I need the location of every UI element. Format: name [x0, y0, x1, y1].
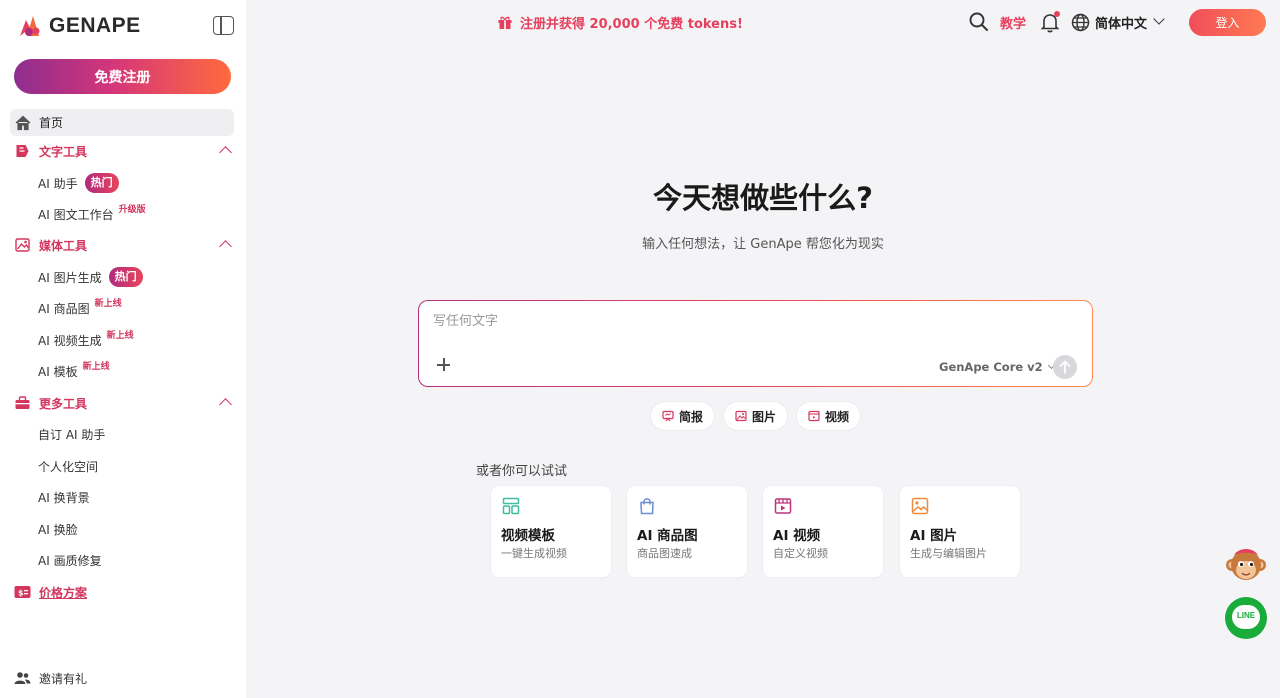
brand-logo[interactable]: GENAPE [17, 12, 141, 40]
promo-banner[interactable]: 注册并获得 20,000 个免费 tokens! [497, 12, 743, 32]
chip-label: 视频 [825, 409, 850, 424]
promo-text: 注册并获得 20,000 个免费 tokens! [520, 16, 743, 32]
card-description: 一键生成视频 [501, 547, 567, 560]
new-badge: 新上线 [106, 330, 134, 341]
chip-label: 图片 [752, 409, 777, 424]
sidebar-item-label: 自订 AI 助手 [38, 427, 106, 442]
home-icon [15, 115, 31, 130]
card-description: 生成与编辑图片 [910, 547, 987, 560]
film-icon [774, 498, 792, 514]
video-icon [808, 410, 820, 422]
users-icon [14, 672, 31, 684]
genape-logo-icon [17, 14, 43, 38]
mascot-assistant-icon[interactable] [1225, 545, 1267, 587]
brand-name: GENAPE [49, 14, 141, 37]
sidebar-item-pricing[interactable]: $ 价格方案 [14, 582, 87, 602]
sidebar-item-label: 首页 [39, 116, 64, 130]
image-icon [735, 410, 747, 422]
picture-icon [911, 497, 929, 515]
sidebar-item-label: 邀请有礼 [39, 671, 88, 686]
model-label: GenApe Core v2 [939, 360, 1043, 374]
sidebar-item-ai-template[interactable]: AI 模板 新上线 [38, 361, 110, 381]
sidebar: GENAPE 免费注册 首页 文字工具 AI 助手 热门 AI 图文工作台 升级… [0, 0, 246, 698]
chevron-up-icon[interactable] [219, 398, 232, 411]
search-icon[interactable] [968, 11, 990, 33]
notification-button[interactable] [1039, 11, 1061, 33]
chevron-up-icon[interactable] [219, 146, 232, 159]
tutorial-link[interactable]: 教学 [1000, 13, 1026, 32]
sidebar-item-label: AI 视频生成 [38, 333, 102, 348]
toolbox-icon [15, 396, 30, 409]
template-icon [502, 497, 520, 515]
line-icon-text: LINE [1236, 611, 1256, 620]
prompt-input[interactable] [433, 311, 1073, 331]
svg-text:$: $ [18, 589, 24, 598]
prompt-box: GenApe Core v2 [418, 300, 1093, 387]
sidebar-item-label: AI 画质修复 [38, 553, 102, 568]
sidebar-item-custom-assistant[interactable]: 自订 AI 助手 [38, 424, 105, 444]
sidebar-item-invite[interactable]: 邀请有礼 [14, 668, 87, 688]
signup-button[interactable]: 免费注册 [14, 59, 231, 94]
card-title: AI 商品图 [637, 528, 698, 544]
sidebar-item-image-restore[interactable]: AI 画质修复 [38, 550, 102, 570]
login-button[interactable]: 登入 [1189, 9, 1266, 36]
model-selector[interactable]: GenApe Core v2 [939, 359, 1055, 375]
sidebar-toggle-icon[interactable] [213, 16, 234, 35]
arrow-up-icon [1059, 360, 1071, 374]
pricing-icon: $ [14, 586, 31, 598]
line-icon: LINE [1232, 605, 1260, 629]
sidebar-item-ai-video[interactable]: AI 视频生成 新上线 [38, 330, 134, 350]
notification-dot [1054, 11, 1060, 17]
card-ai-image[interactable]: AI 图片 生成与编辑图片 [900, 486, 1020, 577]
quick-chips: 简报 图片 视频 [651, 402, 861, 430]
card-description: 自定义视频 [773, 547, 828, 560]
sidebar-item-bg-swap[interactable]: AI 换背景 [38, 487, 90, 507]
sidebar-item-home[interactable]: 首页 [10, 109, 234, 136]
chip-image[interactable]: 图片 [724, 402, 788, 430]
card-ai-video[interactable]: AI 视频 自定义视频 [763, 486, 883, 577]
gift-icon [498, 16, 512, 29]
language-label: 简体中文 [1095, 16, 1148, 32]
sidebar-item-personal-space[interactable]: 个人化空间 [38, 456, 98, 476]
sidebar-item-label: 价格方案 [39, 585, 88, 600]
chip-label: 简报 [679, 409, 704, 424]
sidebar-section-text-tools[interactable]: 文字工具 [14, 141, 234, 161]
hero-subtitle: 输入任何想法，让 GenApe 帮您化为现实 [642, 237, 884, 252]
new-badge: 新上线 [94, 298, 122, 309]
new-badge: 新上线 [82, 361, 110, 372]
chip-presentation[interactable]: 简报 [651, 402, 715, 430]
sidebar-section-more-tools[interactable]: 更多工具 [14, 393, 234, 413]
card-video-template[interactable]: 视频模板 一键生成视频 [491, 486, 611, 577]
language-selector[interactable]: 简体中文 [1071, 11, 1165, 33]
suggestions-label: 或者你可以试试 [476, 464, 568, 479]
sidebar-item-label: AI 换背景 [38, 490, 90, 505]
sidebar-item-label: AI 图片生成 [38, 270, 102, 285]
sidebar-item-ai-product[interactable]: AI 商品图 新上线 [38, 298, 122, 318]
hot-badge: 热门 [108, 267, 143, 287]
sidebar-item-ai-image[interactable]: AI 图片生成 热门 [38, 267, 143, 287]
section-label: 文字工具 [39, 144, 88, 159]
shopping-bag-icon [640, 498, 654, 515]
card-title: AI 图片 [910, 528, 958, 544]
globe-icon [1071, 13, 1090, 31]
sidebar-item-face-swap[interactable]: AI 换脸 [38, 519, 78, 539]
line-chat-button[interactable]: LINE [1225, 597, 1267, 639]
card-title: AI 视频 [773, 528, 821, 544]
send-button[interactable] [1053, 355, 1077, 379]
sidebar-item-label: 个人化空间 [38, 459, 99, 474]
hero-title: 今天想做些什么? [653, 181, 873, 215]
section-label: 更多工具 [39, 396, 88, 411]
text-tools-icon [16, 145, 29, 157]
add-attachment-icon[interactable] [437, 358, 451, 372]
card-description: 商品图速成 [637, 547, 692, 560]
chevron-down-icon [1153, 13, 1165, 25]
presentation-icon [662, 410, 674, 422]
card-ai-product[interactable]: AI 商品图 商品图速成 [627, 486, 747, 577]
chip-video[interactable]: 视频 [797, 402, 861, 430]
sidebar-item-label: AI 换脸 [38, 522, 78, 537]
card-title: 视频模板 [501, 528, 555, 544]
sidebar-item-label: AI 模板 [38, 364, 78, 379]
sidebar-item-label: AI 商品图 [38, 301, 90, 316]
